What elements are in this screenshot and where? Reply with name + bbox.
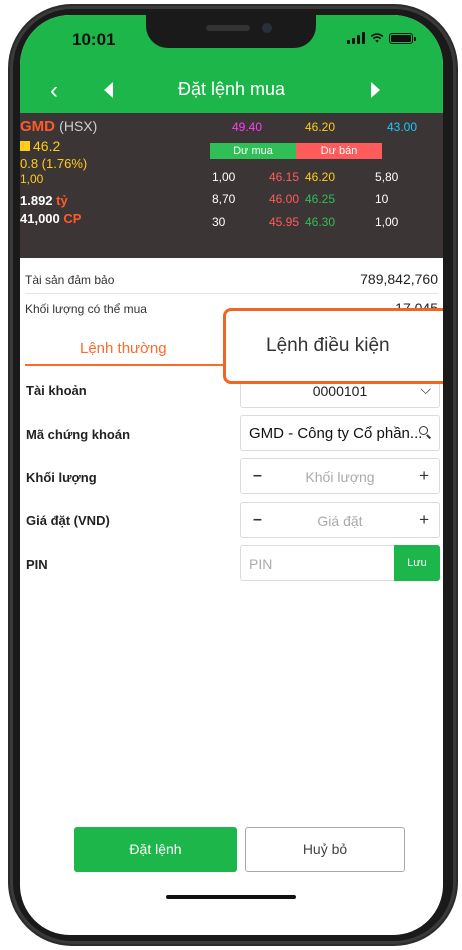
quote-panel: GMD (HSX) 49.40 46.20 43.00 46.2 0.8 (1.… bbox=[20, 113, 443, 258]
bid-price: 46.00 bbox=[269, 192, 300, 206]
search-icon[interactable] bbox=[419, 426, 432, 439]
bid-volume: 8,70 bbox=[212, 192, 236, 206]
battery-icon bbox=[389, 32, 416, 44]
speaker-grille bbox=[206, 25, 250, 31]
status-time: 10:01 bbox=[72, 30, 116, 49]
stock-code-label: Mã chứng khoán bbox=[26, 427, 131, 442]
bid-price: 46.15 bbox=[269, 170, 300, 184]
price-input[interactable]: Giá đặt bbox=[241, 513, 439, 529]
price-label: Giá đặt (VND) bbox=[26, 513, 110, 528]
bid-volume: 1,00 bbox=[212, 170, 236, 184]
ask-price: 46.30 bbox=[305, 215, 336, 229]
status-icons bbox=[347, 32, 416, 44]
quantity-label: Khối lượng bbox=[26, 470, 97, 485]
quantity-input[interactable]: Khối lượng bbox=[241, 469, 439, 485]
max-volume-label: Khối lượng có thể mua bbox=[25, 302, 147, 316]
next-triangle-icon[interactable] bbox=[371, 82, 380, 98]
order-book-row: 30 45.95 46.30 1,00 bbox=[20, 215, 443, 231]
ask-price: 46.20 bbox=[305, 170, 336, 184]
stock-code-value: GMD - Công ty Cổ phần... bbox=[249, 425, 423, 442]
quantity-stepper[interactable]: – Khối lượng + bbox=[240, 458, 440, 494]
pin-input[interactable]: PIN bbox=[249, 556, 272, 572]
current-price: 46.2 bbox=[20, 138, 60, 154]
price-value: 46.2 bbox=[33, 138, 61, 154]
place-order-button[interactable]: Đặt lệnh bbox=[74, 827, 237, 872]
cellular-signal-icon bbox=[347, 32, 365, 44]
tab-conditional-order[interactable]: Lệnh điều kiện bbox=[223, 308, 443, 384]
phone-notch bbox=[146, 15, 316, 48]
bid-price: 45.95 bbox=[269, 215, 300, 229]
symbol-text: GMD bbox=[20, 118, 55, 135]
header-row: ‹ Đặt lệnh mua bbox=[20, 77, 443, 107]
reference-price: 46.20 bbox=[305, 120, 336, 134]
pin-field[interactable]: PIN Lưu bbox=[240, 545, 440, 581]
ask-volume: 10 bbox=[375, 192, 389, 206]
wifi-icon bbox=[370, 33, 384, 43]
tab-active-indicator bbox=[25, 364, 225, 366]
price-stepper[interactable]: – Giá đặt + bbox=[240, 502, 440, 538]
plus-icon[interactable]: + bbox=[419, 466, 429, 486]
account-label: Tài khoản bbox=[26, 383, 87, 398]
price-change: 0.8 (1.76%) bbox=[20, 156, 88, 171]
bid-volume: 30 bbox=[212, 215, 226, 229]
divider bbox=[25, 293, 438, 294]
stock-code-field[interactable]: GMD - Công ty Cổ phần... bbox=[240, 415, 440, 451]
tab-conditional-label: Lệnh điều kiện bbox=[266, 335, 390, 356]
order-book-sell-header: Dư bán bbox=[296, 143, 382, 159]
home-indicator[interactable] bbox=[166, 895, 296, 899]
ask-volume: 1,00 bbox=[375, 215, 399, 229]
tab-normal-order[interactable]: Lệnh thường bbox=[80, 340, 167, 357]
pin-label: PIN bbox=[26, 557, 48, 572]
exchange-text: (HSX) bbox=[59, 118, 98, 134]
price-square-icon bbox=[20, 141, 30, 151]
account-value: 0000101 bbox=[312, 383, 368, 399]
app-screen: 10:01 ‹ Đặt lệnh mua GMD (HSX) 49.40 46.… bbox=[20, 15, 443, 935]
order-book-buy-header: Dư mua bbox=[210, 143, 296, 159]
plus-icon[interactable]: + bbox=[419, 510, 429, 530]
order-book-row: 8,70 46.00 46.25 10 bbox=[20, 192, 443, 208]
ask-volume: 5,80 bbox=[375, 170, 399, 184]
collateral-value: 789,842,760 bbox=[360, 271, 438, 287]
stock-symbol: GMD (HSX) bbox=[20, 118, 97, 135]
ceiling-price: 49.40 bbox=[232, 120, 263, 134]
order-book-row: 1,00 46.15 46.20 5,80 bbox=[20, 170, 443, 186]
save-pin-button[interactable]: Lưu bbox=[394, 545, 440, 581]
floor-price: 43.00 bbox=[387, 120, 418, 134]
collateral-label: Tài sản đảm bảo bbox=[25, 273, 115, 287]
collateral-row: Tài sản đảm bảo 789,842,760 bbox=[20, 269, 443, 291]
ask-price: 46.25 bbox=[305, 192, 336, 206]
cancel-button[interactable]: Huỷ bỏ bbox=[245, 827, 405, 872]
front-camera bbox=[262, 23, 272, 33]
